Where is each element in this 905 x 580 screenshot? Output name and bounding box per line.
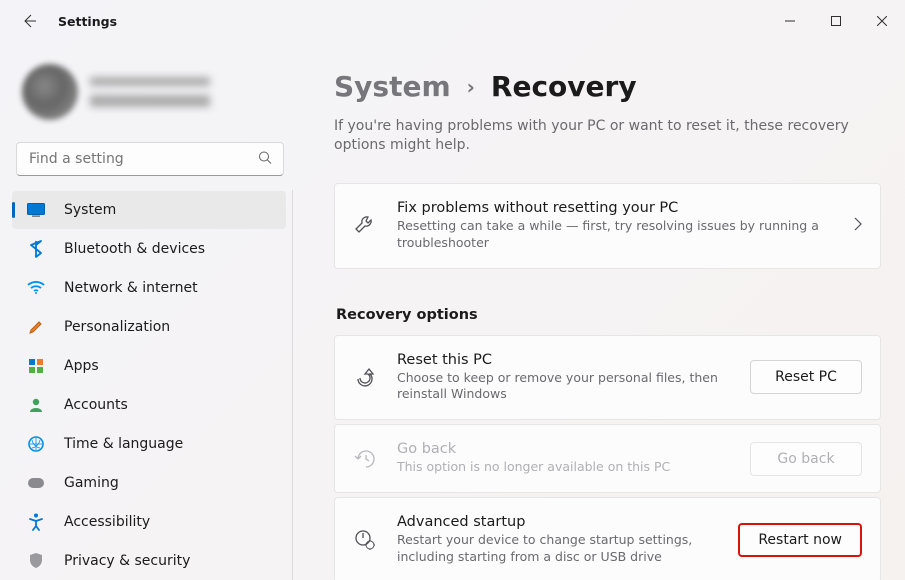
profile-name-blurred bbox=[90, 77, 210, 107]
breadcrumb-parent[interactable]: System bbox=[334, 70, 451, 103]
sidebar-item-gaming[interactable]: Gaming bbox=[12, 464, 286, 502]
sidebar-item-label: Gaming bbox=[64, 475, 119, 491]
gamepad-icon bbox=[26, 473, 46, 493]
reset-icon bbox=[353, 367, 377, 387]
reset-pc-card: Reset this PC Choose to keep or remove y… bbox=[334, 335, 881, 421]
power-gear-icon bbox=[353, 529, 377, 551]
sidebar-item-system[interactable]: System bbox=[12, 191, 286, 229]
brush-icon bbox=[26, 317, 46, 337]
sidebar-item-label: Accounts bbox=[64, 397, 128, 413]
nav-list: System Bluetooth & devices Network & int… bbox=[8, 190, 293, 580]
page-title: Recovery bbox=[491, 70, 637, 103]
sidebar-item-label: Time & language bbox=[64, 436, 183, 452]
chevron-right-icon bbox=[854, 216, 862, 235]
sidebar-item-personalization[interactable]: Personalization bbox=[12, 308, 286, 346]
recovery-heading: Recovery options bbox=[336, 307, 881, 323]
person-icon bbox=[26, 395, 46, 415]
card-subtitle: Choose to keep or remove your personal f… bbox=[397, 370, 730, 404]
breadcrumb: System › Recovery bbox=[334, 70, 881, 103]
sidebar-item-accessibility[interactable]: Accessibility bbox=[12, 503, 286, 541]
history-icon bbox=[353, 449, 377, 469]
troubleshoot-card[interactable]: Fix problems without resetting your PC R… bbox=[334, 183, 881, 269]
sidebar-item-label: Accessibility bbox=[64, 514, 150, 530]
chevron-right-icon: › bbox=[467, 75, 475, 99]
sidebar-item-privacy[interactable]: Privacy & security bbox=[12, 542, 286, 580]
sidebar-item-label: Network & internet bbox=[64, 280, 198, 296]
sidebar-item-label: Bluetooth & devices bbox=[64, 241, 205, 257]
clock-globe-icon bbox=[26, 434, 46, 454]
wifi-icon bbox=[26, 278, 46, 298]
card-title: Go back bbox=[397, 441, 730, 457]
card-subtitle: This option is no longer available on th… bbox=[397, 459, 730, 476]
card-title: Fix problems without resetting your PC bbox=[397, 200, 834, 216]
main-content: System › Recovery If you're having probl… bbox=[300, 42, 905, 580]
sidebar-item-time[interactable]: Time & language bbox=[12, 425, 286, 463]
page-subheading: If you're having problems with your PC o… bbox=[334, 117, 881, 155]
go-back-card: Go back This option is no longer availab… bbox=[334, 424, 881, 493]
accessibility-icon bbox=[26, 512, 46, 532]
app-title: Settings bbox=[58, 14, 117, 29]
restart-now-button[interactable]: Restart now bbox=[738, 523, 862, 557]
sidebar-item-bluetooth[interactable]: Bluetooth & devices bbox=[12, 230, 286, 268]
profile-block[interactable] bbox=[8, 54, 292, 138]
shield-icon bbox=[26, 551, 46, 571]
wrench-icon bbox=[353, 215, 377, 237]
reset-pc-button[interactable]: Reset PC bbox=[750, 360, 862, 394]
back-button[interactable] bbox=[18, 10, 40, 32]
sidebar-item-label: System bbox=[64, 202, 116, 218]
sidebar-item-accounts[interactable]: Accounts bbox=[12, 386, 286, 424]
maximize-button[interactable] bbox=[813, 5, 859, 37]
display-icon bbox=[26, 200, 46, 220]
sidebar-item-apps[interactable]: Apps bbox=[12, 347, 286, 385]
close-button[interactable] bbox=[859, 5, 905, 37]
card-subtitle: Resetting can take a while — first, try … bbox=[397, 218, 834, 252]
sidebar-item-label: Apps bbox=[64, 358, 99, 374]
sidebar-item-network[interactable]: Network & internet bbox=[12, 269, 286, 307]
search-input[interactable] bbox=[16, 142, 284, 176]
avatar bbox=[22, 64, 78, 120]
sidebar-item-label: Privacy & security bbox=[64, 553, 190, 569]
search-icon bbox=[258, 150, 272, 169]
bluetooth-icon bbox=[26, 239, 46, 259]
card-title: Advanced startup bbox=[397, 514, 718, 530]
apps-icon bbox=[26, 356, 46, 376]
card-subtitle: Restart your device to change startup se… bbox=[397, 532, 707, 566]
go-back-button: Go back bbox=[750, 442, 862, 476]
titlebar: Settings bbox=[0, 0, 905, 42]
sidebar: System Bluetooth & devices Network & int… bbox=[0, 42, 300, 580]
card-title: Reset this PC bbox=[397, 352, 730, 368]
sidebar-item-label: Personalization bbox=[64, 319, 170, 335]
advanced-startup-card: Advanced startup Restart your device to … bbox=[334, 497, 881, 580]
minimize-button[interactable] bbox=[767, 5, 813, 37]
